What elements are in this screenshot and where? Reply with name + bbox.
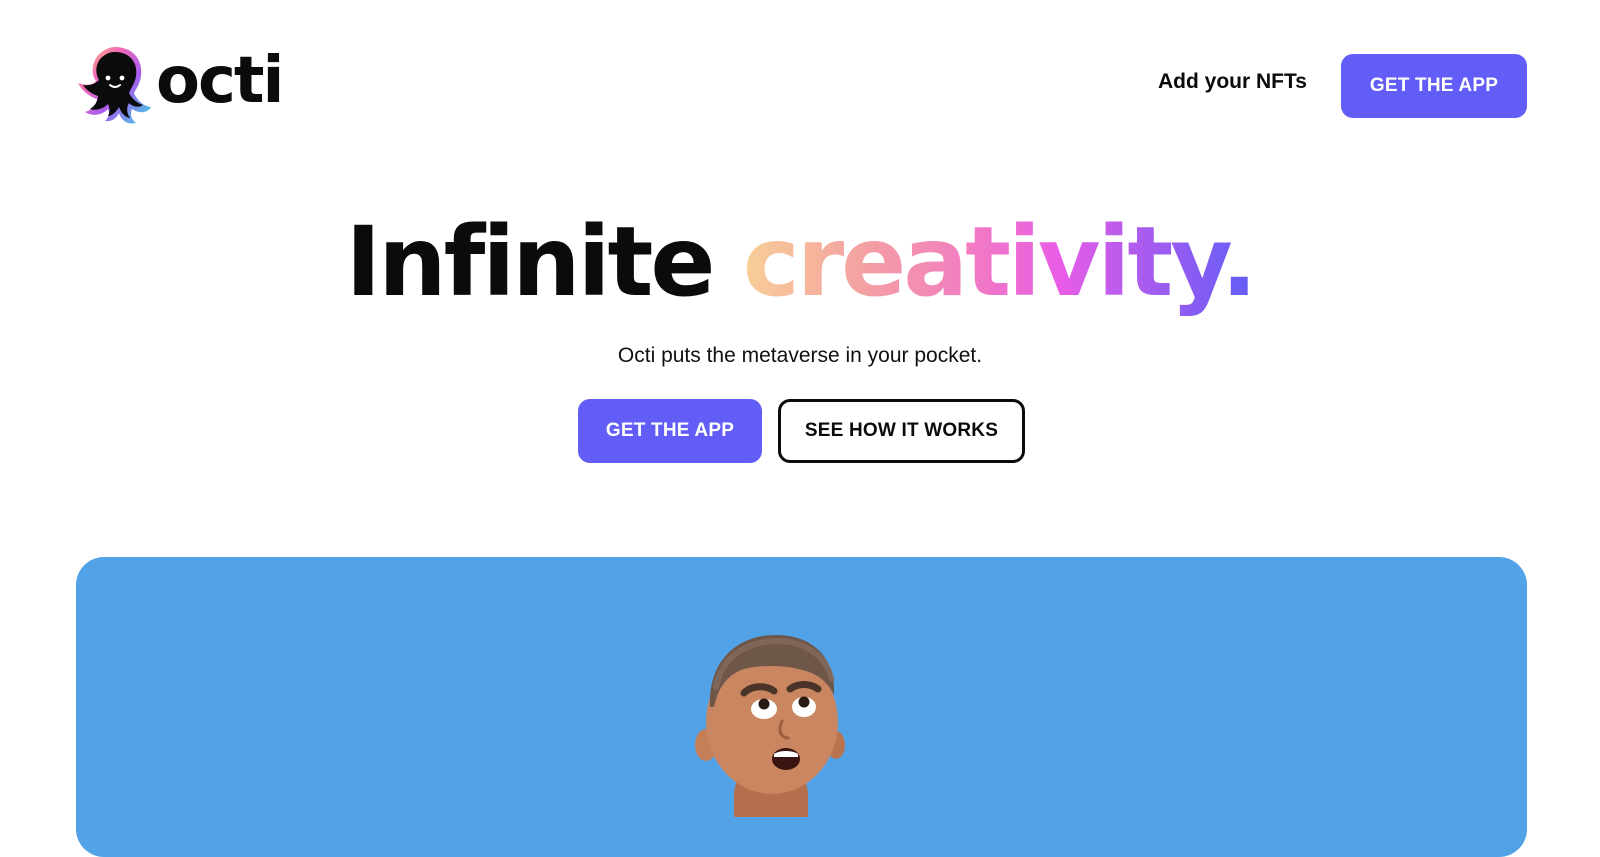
see-how-it-works-button[interactable]: SEE HOW IT WORKS xyxy=(778,399,1025,463)
add-nfts-link[interactable]: Add your NFTs xyxy=(1158,70,1307,94)
brand-name: octi xyxy=(156,44,284,118)
hero-actions: GET THE APP SEE HOW IT WORKS xyxy=(0,399,1600,463)
hero-title-plain: Infinite xyxy=(345,206,716,318)
hero-subtitle: Octi puts the metaverse in your pocket. xyxy=(617,344,983,367)
site-header: octi Add your NFTs GET THE APP xyxy=(0,0,1600,170)
avatar-character-illustration xyxy=(695,635,845,817)
logo-link[interactable]: octi xyxy=(74,44,284,126)
header-get-app-button[interactable]: GET THE APP xyxy=(1341,54,1527,118)
hero-title: Infinite creativity. xyxy=(0,212,1600,313)
octopus-logo-icon xyxy=(78,47,151,124)
showcase-panel xyxy=(76,557,1527,857)
hero-title-gradient: creativity. xyxy=(742,206,1258,318)
hero-get-app-button[interactable]: GET THE APP xyxy=(578,399,762,463)
